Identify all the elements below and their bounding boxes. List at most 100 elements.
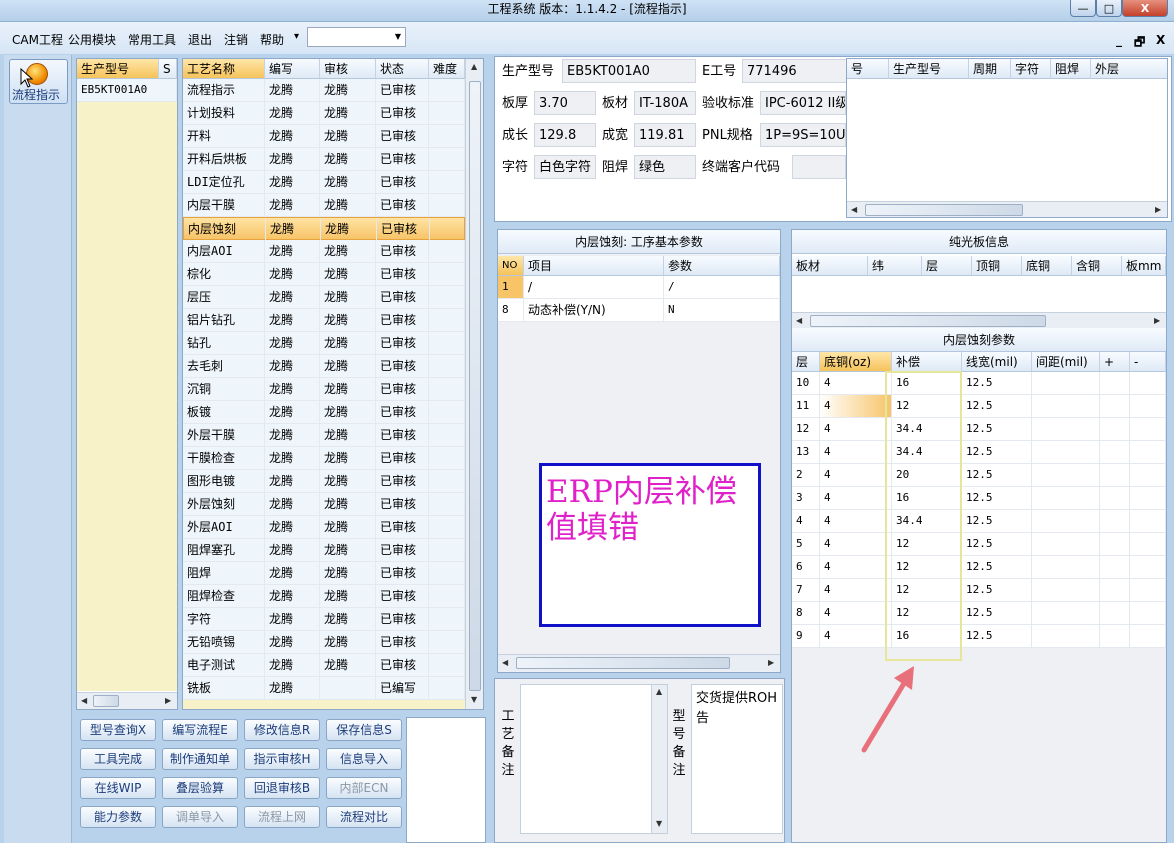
etch-cell[interactable]: 12.5	[962, 372, 1032, 395]
etch-cell[interactable]	[1100, 487, 1130, 510]
table-row[interactable]: 阻焊检查 龙腾 龙腾 已审核	[183, 585, 465, 608]
process-notes-input[interactable]	[520, 684, 668, 834]
table-row[interactable]: 外层AOI 龙腾 龙腾 已审核	[183, 516, 465, 539]
basic-item-header[interactable]: 项目	[524, 256, 664, 276]
scroll-left-icon[interactable]: ◀	[851, 205, 857, 214]
model-hscroll[interactable]: ◀ ▶	[77, 692, 177, 709]
toolbar-combo[interactable]: ▼	[307, 27, 406, 47]
model-field[interactable]: EB5KT001A0	[562, 59, 696, 83]
etch-cell[interactable]: 12.5	[962, 625, 1032, 648]
etch-cell[interactable]: 4	[820, 441, 892, 464]
scroll-up-icon[interactable]: ▲	[471, 62, 477, 71]
etch-cell[interactable]	[1032, 579, 1100, 602]
etch-col-header[interactable]: -	[1130, 352, 1166, 372]
etch-cell[interactable]	[1032, 625, 1100, 648]
table-row[interactable]: 钻孔 龙腾 龙腾 已审核	[183, 332, 465, 355]
etch-cell[interactable]	[1100, 533, 1130, 556]
menu-cam[interactable]: CAM工程	[12, 31, 63, 48]
scroll-right-icon[interactable]: ▶	[165, 696, 171, 705]
etch-cell[interactable]: 4	[820, 510, 892, 533]
bare-col-header[interactable]: 底铜	[1022, 256, 1072, 276]
menu-help[interactable]: 帮助	[260, 31, 284, 48]
etch-cell[interactable]: 4	[820, 395, 892, 418]
table-row[interactable]: 流程指示 龙腾 龙腾 已审核	[183, 79, 465, 102]
etch-cell[interactable]: 4	[820, 625, 892, 648]
table-row[interactable]: 阻焊 龙腾 龙腾 已审核	[183, 562, 465, 585]
scroll-thumb[interactable]	[93, 695, 119, 707]
history-mask-header[interactable]: 阻焊	[1051, 59, 1091, 79]
etch-col-header[interactable]: 层	[792, 352, 820, 372]
scroll-left-icon[interactable]: ◀	[81, 696, 87, 705]
maximize-button[interactable]: □	[1096, 0, 1122, 17]
table-row[interactable]: 外层蚀刻 龙腾 龙腾 已审核	[183, 493, 465, 516]
etch-col-header[interactable]: 补偿	[892, 352, 962, 372]
mdi-minimize-button[interactable]: _	[1116, 33, 1122, 47]
etch-cell[interactable]	[1100, 556, 1130, 579]
table-row[interactable]: 图形电镀 龙腾 龙腾 已审核	[183, 470, 465, 493]
etch-col-header[interactable]: 间距(mil)	[1032, 352, 1100, 372]
action-button[interactable]: 型号查询X	[80, 719, 156, 741]
mdi-close-button[interactable]: X	[1156, 33, 1165, 47]
action-button[interactable]: 修改信息R	[244, 719, 320, 741]
etch-cell[interactable]: 4	[792, 510, 820, 533]
etch-cell[interactable]	[1130, 441, 1166, 464]
etch-cell[interactable]	[1130, 556, 1166, 579]
etch-cell[interactable]	[1032, 418, 1100, 441]
process-name-header[interactable]: 工艺名称	[183, 59, 265, 79]
basic-param-cell[interactable]: N	[664, 299, 780, 322]
side-note-box[interactable]	[406, 717, 486, 843]
etch-cell[interactable]: 5	[792, 533, 820, 556]
etch-cell[interactable]: 12.5	[962, 464, 1032, 487]
help-dropdown-icon[interactable]: ▾	[294, 31, 299, 42]
table-row[interactable]: 板镀 龙腾 龙腾 已审核	[183, 401, 465, 424]
pnl-field[interactable]: 1P=9S=10U	[760, 123, 846, 147]
etch-col-header[interactable]: 底铜(oz)	[820, 352, 892, 372]
model-notes-text[interactable]: 交货提供ROH告	[691, 684, 783, 834]
etch-cell[interactable]: 4	[820, 556, 892, 579]
etch-cell[interactable]	[1130, 487, 1166, 510]
etch-cell[interactable]: 12.5	[962, 510, 1032, 533]
basic-item-cell[interactable]: /	[524, 276, 664, 299]
etch-cell[interactable]: 7	[792, 579, 820, 602]
etch-cell[interactable]: 12.5	[962, 418, 1032, 441]
etch-cell[interactable]: 4	[820, 464, 892, 487]
basic-hscroll[interactable]: ◀ ▶	[498, 654, 780, 671]
table-row[interactable]: 铝片钻孔 龙腾 龙腾 已审核	[183, 309, 465, 332]
etch-cell[interactable]	[1100, 395, 1130, 418]
table-row[interactable]: 电子测试 龙腾 龙腾 已审核	[183, 654, 465, 677]
process-status-header[interactable]: 状态	[376, 59, 429, 79]
table-row[interactable]: 字符 龙腾 龙腾 已审核	[183, 608, 465, 631]
action-button[interactable]: 在线WIP	[80, 777, 156, 799]
table-row[interactable]: 内层干膜 龙腾 龙腾 已审核	[183, 194, 465, 217]
table-row[interactable]: 沉铜 龙腾 龙腾 已审核	[183, 378, 465, 401]
etch-cell[interactable]: 4	[820, 579, 892, 602]
history-model-header[interactable]: 生产型号	[889, 59, 969, 79]
etch-cell[interactable]	[1100, 602, 1130, 625]
length-field[interactable]: 129.8	[534, 123, 596, 147]
soldermask-field[interactable]: 绿色	[634, 155, 696, 179]
list-item[interactable]: EB5KT001A0	[77, 79, 177, 102]
history-outer-header[interactable]: 外层	[1091, 59, 1167, 79]
etch-cell[interactable]	[1100, 464, 1130, 487]
etch-cell[interactable]	[1130, 418, 1166, 441]
etch-cell[interactable]: 13	[792, 441, 820, 464]
bare-col-header[interactable]: 板材	[792, 256, 868, 276]
history-cycle-header[interactable]: 周期	[969, 59, 1011, 79]
etch-cell[interactable]	[1130, 533, 1166, 556]
etch-cell[interactable]	[1130, 579, 1166, 602]
etch-cell[interactable]	[1032, 372, 1100, 395]
etch-cell[interactable]: 4	[820, 372, 892, 395]
process-author-header[interactable]: 编写	[265, 59, 320, 79]
etch-cell[interactable]: 12.5	[962, 602, 1032, 625]
basic-param-cell[interactable]: /	[664, 276, 780, 299]
action-button[interactable]: 流程对比	[326, 806, 402, 828]
etch-cell[interactable]	[1032, 602, 1100, 625]
action-button[interactable]: 信息导入	[326, 748, 402, 770]
action-button[interactable]: 工具完成	[80, 748, 156, 770]
scroll-left-icon[interactable]: ◀	[502, 658, 508, 667]
etch-cell[interactable]: 4	[820, 487, 892, 510]
customer-code-field[interactable]	[792, 155, 846, 179]
history-silk-header[interactable]: 字符	[1011, 59, 1051, 79]
etch-cell[interactable]: 12.5	[962, 487, 1032, 510]
model-col-header[interactable]: 生产型号	[77, 59, 159, 79]
